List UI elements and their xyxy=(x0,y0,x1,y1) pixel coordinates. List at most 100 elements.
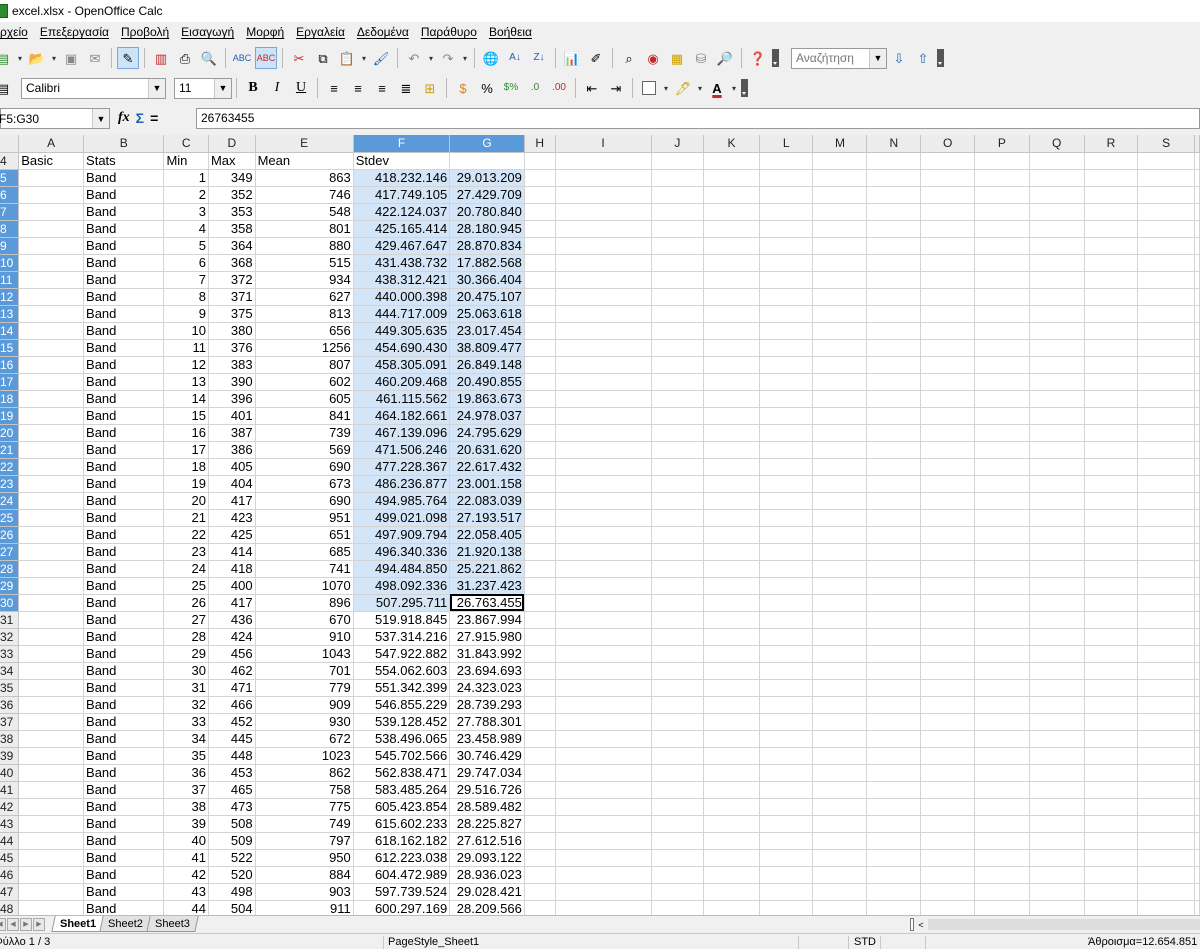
cell[interactable] xyxy=(1029,645,1085,663)
cell[interactable] xyxy=(555,271,652,289)
scroll-track[interactable] xyxy=(928,919,1200,930)
cell[interactable] xyxy=(651,186,705,204)
cell[interactable] xyxy=(703,594,760,612)
cell[interactable] xyxy=(1084,152,1139,170)
cell-stdev[interactable]: 612.223.038 xyxy=(353,849,451,867)
cell-stdev[interactable]: 615.602.233 xyxy=(353,815,451,833)
merge-cells-icon[interactable]: ⊞ xyxy=(419,77,441,99)
cell[interactable] xyxy=(555,747,652,765)
cell[interactable] xyxy=(1194,339,1200,357)
find-previous-icon[interactable]: ⇧ xyxy=(912,47,934,69)
undo-dropdown-icon[interactable]: ▾ xyxy=(426,54,436,63)
cell-min[interactable]: 42 xyxy=(163,866,209,884)
cell[interactable] xyxy=(1029,186,1085,204)
cell-g[interactable]: 27.788.301 xyxy=(449,713,525,731)
cell[interactable] xyxy=(555,475,652,493)
cell[interactable] xyxy=(703,305,760,323)
cell[interactable] xyxy=(866,271,922,289)
cell[interactable] xyxy=(555,373,652,391)
row-header[interactable]: 43 xyxy=(0,815,20,833)
cell-stdev[interactable]: 467.139.096 xyxy=(353,424,451,442)
paste-icon[interactable]: 📋 xyxy=(336,47,358,69)
function-wizard-icon[interactable]: fx xyxy=(118,110,130,126)
cell[interactable] xyxy=(555,696,652,714)
cell[interactable] xyxy=(555,764,652,782)
cell[interactable] xyxy=(1084,237,1139,255)
cell-stdev[interactable]: 547.922.882 xyxy=(353,645,451,663)
row-header[interactable]: 40 xyxy=(0,764,20,782)
cell[interactable] xyxy=(703,764,760,782)
cell[interactable] xyxy=(866,628,922,646)
first-sheet-icon[interactable]: ◀ xyxy=(0,917,6,931)
cell[interactable] xyxy=(555,628,652,646)
open-folder-icon[interactable]: 📂 xyxy=(26,47,48,69)
cell-basic[interactable] xyxy=(18,509,85,527)
cell[interactable] xyxy=(703,322,760,340)
cell-mean[interactable]: 797 xyxy=(255,832,354,850)
cell[interactable] xyxy=(651,764,705,782)
cell[interactable] xyxy=(555,509,652,527)
cell[interactable] xyxy=(651,203,705,221)
cell-stdev[interactable]: 583.485.264 xyxy=(353,781,451,799)
cell[interactable] xyxy=(1194,254,1200,272)
cell[interactable] xyxy=(920,594,976,612)
cell[interactable] xyxy=(1084,458,1139,476)
cell-g[interactable]: 22.617.432 xyxy=(449,458,525,476)
cell[interactable] xyxy=(866,543,922,561)
cell[interactable] xyxy=(759,883,814,901)
cell-stdev[interactable]: 538.496.065 xyxy=(353,730,451,748)
cell[interactable] xyxy=(812,186,868,204)
column-header[interactable]: J xyxy=(651,135,705,153)
cell[interactable] xyxy=(703,560,760,578)
cell[interactable] xyxy=(1137,713,1195,731)
cell[interactable] xyxy=(920,560,976,578)
equals-icon[interactable]: = xyxy=(150,110,158,126)
cell-mean[interactable]: 602 xyxy=(255,373,354,391)
column-header[interactable]: M xyxy=(812,135,868,153)
cell[interactable] xyxy=(974,407,1030,425)
cell-basic[interactable] xyxy=(18,696,85,714)
cell-mean[interactable]: 801 xyxy=(255,220,354,238)
cell[interactable] xyxy=(1137,424,1195,442)
cell[interactable] xyxy=(1137,526,1195,544)
cell[interactable] xyxy=(1194,679,1200,697)
cell[interactable] xyxy=(812,475,868,493)
cell-basic[interactable] xyxy=(18,271,85,289)
cell[interactable] xyxy=(1084,645,1139,663)
cell-g[interactable]: 23.001.158 xyxy=(449,475,525,493)
cell[interactable] xyxy=(974,730,1030,748)
cell-stdev[interactable]: 418.232.146 xyxy=(353,169,451,187)
cell-basic[interactable] xyxy=(18,679,85,697)
cell[interactable] xyxy=(866,407,922,425)
cell[interactable] xyxy=(555,662,652,680)
cell[interactable] xyxy=(974,611,1030,629)
cell[interactable] xyxy=(555,492,652,510)
background-dropdown-icon[interactable]: ▾ xyxy=(695,84,705,93)
row-header[interactable]: 21 xyxy=(0,441,20,459)
cell-stats[interactable]: Band xyxy=(83,441,165,459)
cell-mean[interactable]: 651 xyxy=(255,526,354,544)
cell[interactable] xyxy=(1194,730,1200,748)
cell[interactable] xyxy=(920,356,976,374)
cell[interactable] xyxy=(1137,169,1195,187)
row-header[interactable]: 18 xyxy=(0,390,20,408)
cell[interactable] xyxy=(812,271,868,289)
cell[interactable] xyxy=(1029,696,1085,714)
draw-functions-icon[interactable]: ✐ xyxy=(585,47,607,69)
search-combo[interactable]: Αναζήτηση ▼ xyxy=(791,47,887,69)
cell[interactable] xyxy=(1194,815,1200,833)
cell-min[interactable]: 36 xyxy=(163,764,209,782)
cell[interactable] xyxy=(1029,526,1085,544)
cell[interactable] xyxy=(1029,577,1085,595)
cell[interactable] xyxy=(651,696,705,714)
column-header[interactable]: D xyxy=(208,135,256,153)
cell[interactable] xyxy=(1029,271,1085,289)
cell-basic[interactable] xyxy=(18,339,85,357)
cell[interactable] xyxy=(974,696,1030,714)
cell-stats[interactable]: Band xyxy=(83,339,165,357)
cell[interactable] xyxy=(703,866,760,884)
cell-stats[interactable]: Band xyxy=(83,288,165,306)
cell-min[interactable]: 24 xyxy=(163,560,209,578)
cell-stdev[interactable]: 477.228.367 xyxy=(353,458,451,476)
cell[interactable] xyxy=(1137,543,1195,561)
